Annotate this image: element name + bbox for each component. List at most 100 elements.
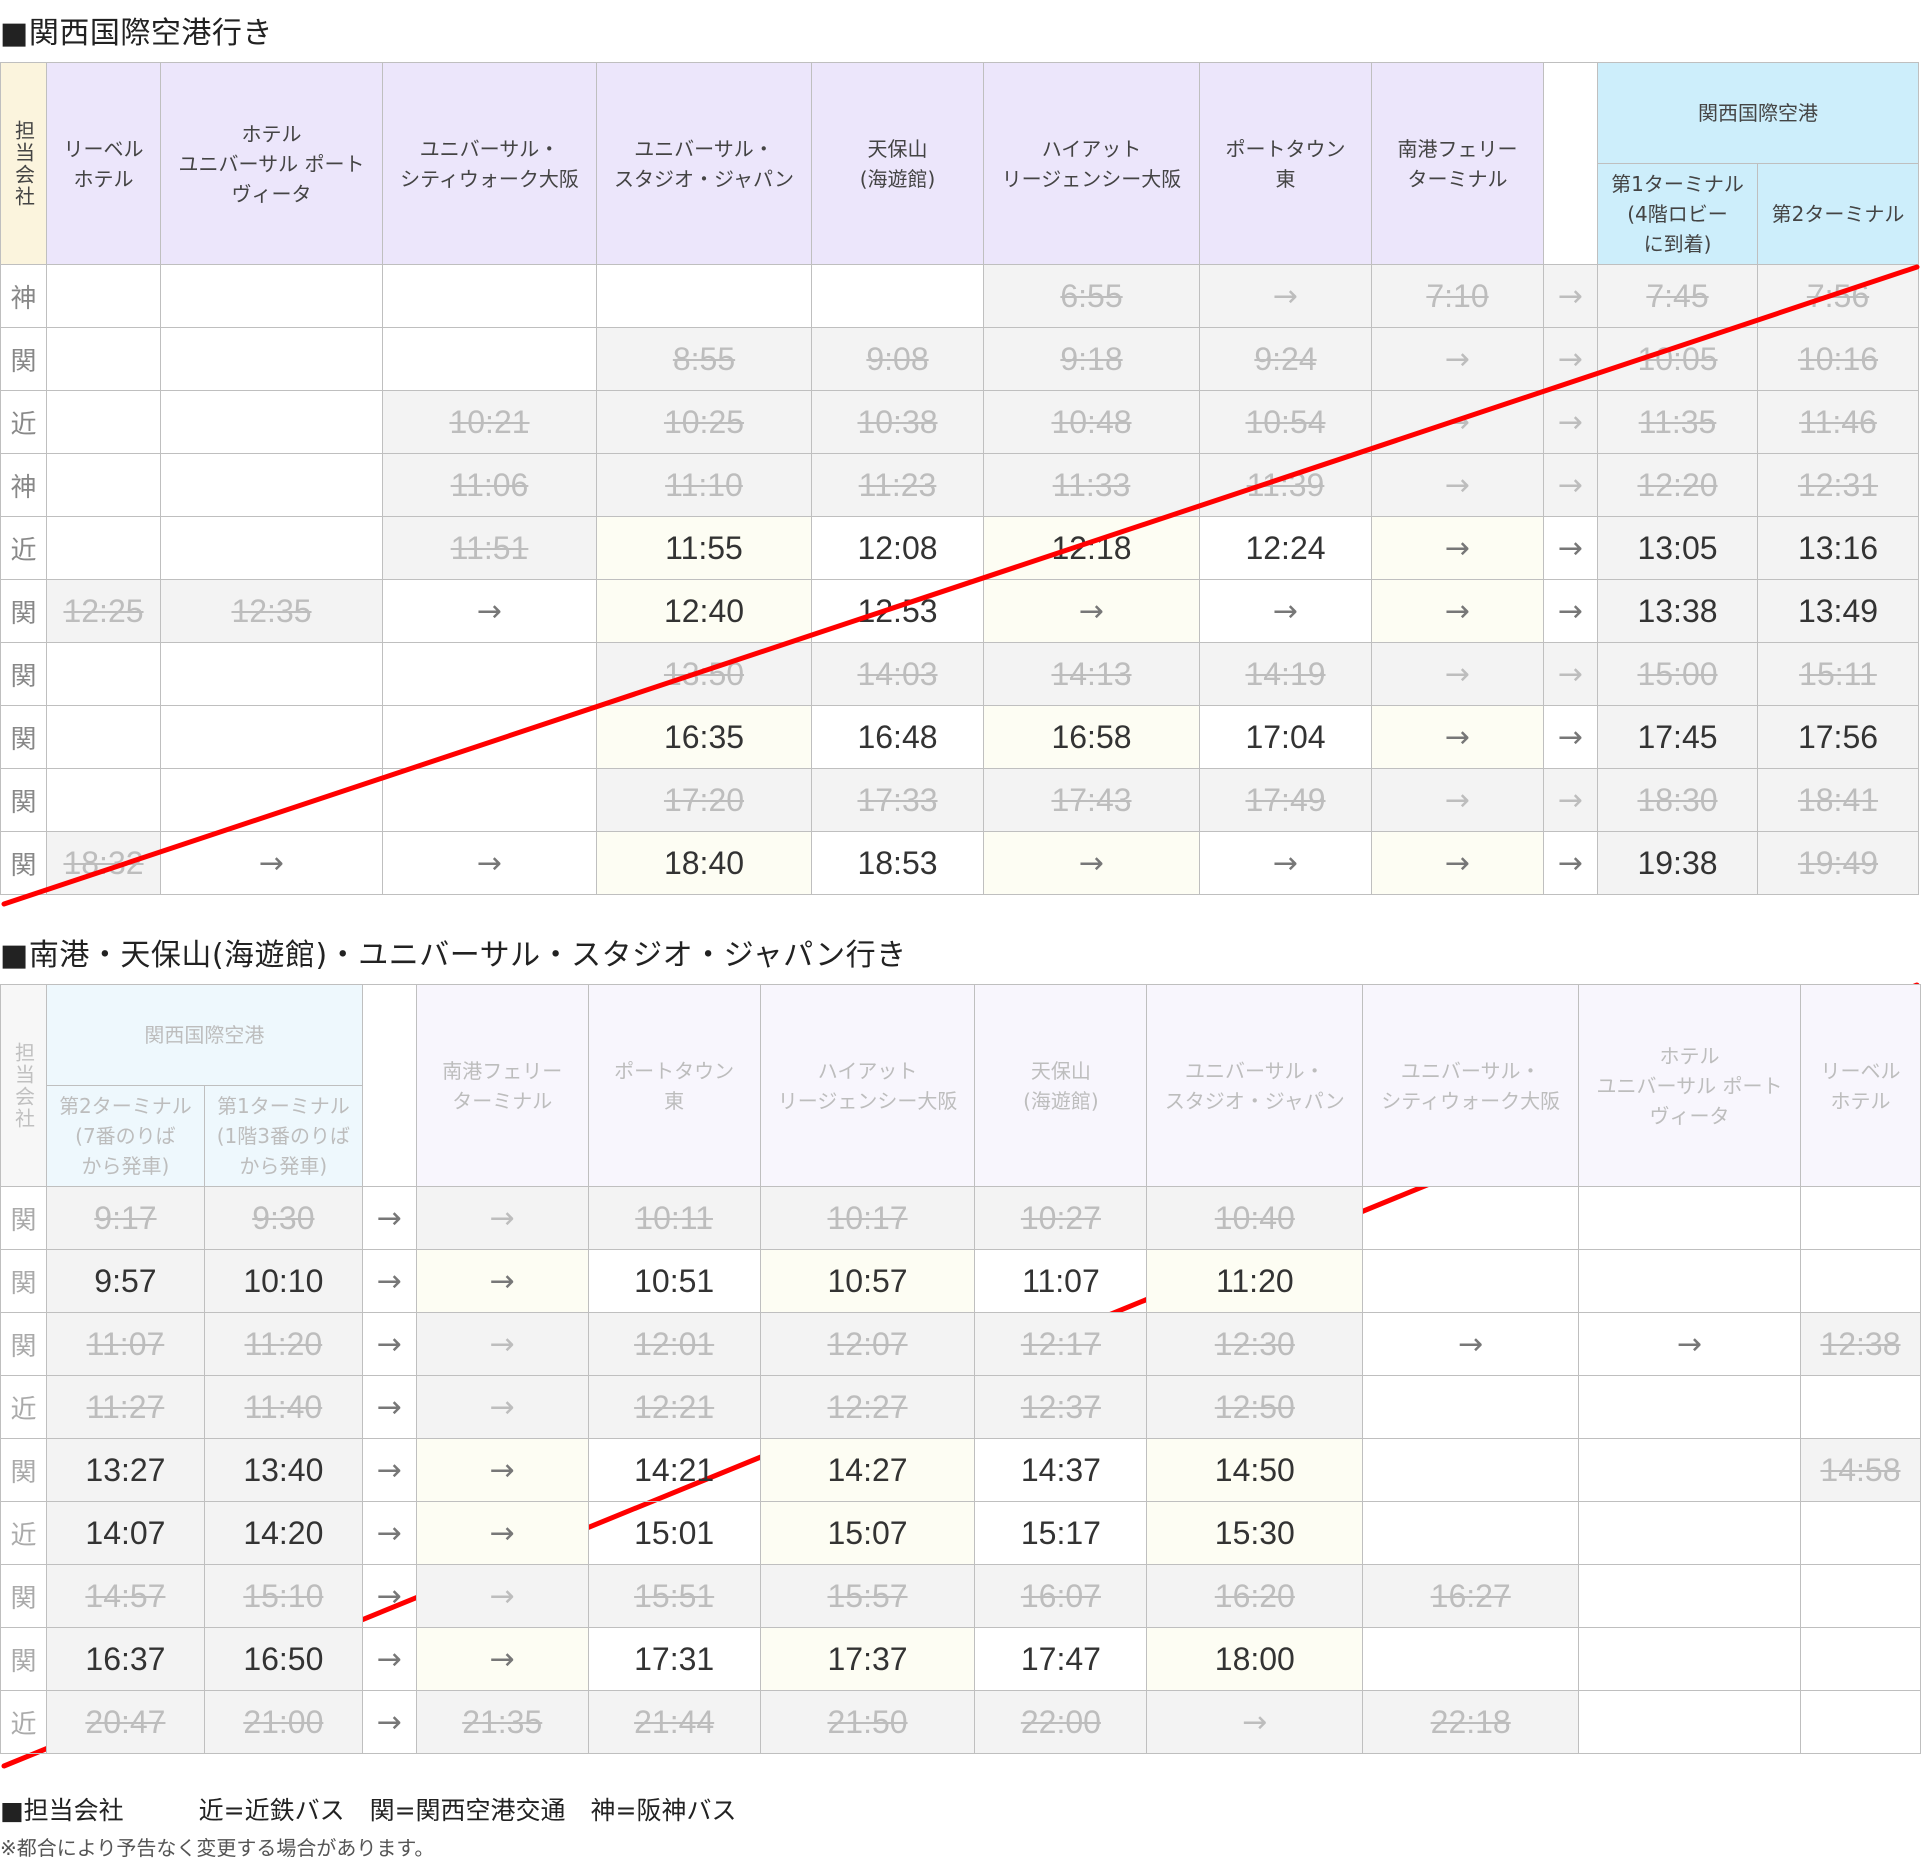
time-cell: 15:07	[759, 1501, 976, 1565]
table-row: 関 16:37 16:50 → → 17:31 17:37 17:47 18:00	[0, 1627, 1921, 1691]
empty-cell	[1362, 1627, 1580, 1691]
time-cell: 10:25	[596, 390, 812, 454]
company-cell: 関	[0, 768, 47, 832]
table-row: 関 13:50 14:03 14:13 14:19 → → 15:00 15:11	[0, 642, 1919, 706]
time-cell: 10:16	[1757, 327, 1919, 391]
company-header: 担当会社	[0, 984, 47, 1187]
time-cell: 12:18	[983, 516, 1200, 580]
time-cell: 21:44	[587, 1690, 761, 1754]
stop-header: リーベル ホテル	[1799, 984, 1921, 1187]
arrow-cell: →	[361, 1627, 417, 1691]
company-cell: 近	[0, 1501, 47, 1565]
table-row: 関 16:35 16:48 16:58 17:04 → → 17:45 17:56	[0, 705, 1919, 769]
time-cell: 10:10	[203, 1249, 363, 1313]
arrow-cell: →	[1371, 516, 1544, 580]
time-cell: 12:50	[1146, 1375, 1364, 1439]
empty-cell	[382, 768, 597, 832]
time-cell: 17:20	[596, 768, 812, 832]
empty-cell	[1578, 1438, 1801, 1502]
time-cell: 8:55	[596, 327, 812, 391]
time-cell: 17:47	[974, 1627, 1148, 1691]
table-row: 関 17:20 17:33 17:43 17:49 → → 18:30 18:41	[0, 768, 1919, 832]
legend-label: ■担当会社	[0, 1796, 124, 1825]
time-cell: 22:00	[974, 1690, 1148, 1754]
empty-cell	[160, 264, 383, 328]
time-cell: 12:08	[811, 516, 984, 580]
empty-cell	[1799, 1186, 1921, 1250]
arrow-cell: →	[1199, 264, 1372, 328]
arrow-cell: →	[1543, 453, 1598, 517]
time-cell: 11:35	[1597, 390, 1758, 454]
empty-cell	[1578, 1249, 1801, 1313]
arrow-cell: →	[1543, 579, 1598, 643]
time-cell: 14:57	[45, 1564, 205, 1628]
table-row: 関 13:27 13:40 → → 14:21 14:27 14:37 14:50 14:58	[0, 1438, 1921, 1502]
empty-cell	[1362, 1249, 1580, 1313]
company-cell: 関	[0, 1186, 47, 1250]
time-cell: 10:54	[1199, 390, 1372, 454]
terminal-header: 第1ターミナル (4階ロビー に到着)	[1597, 163, 1758, 265]
arrow-cell: →	[361, 1375, 417, 1439]
time-cell: 18:41	[1757, 768, 1919, 832]
time-cell: 15:17	[974, 1501, 1148, 1565]
empty-cell	[1799, 1501, 1921, 1565]
time-cell: 11:06	[382, 453, 597, 517]
arrow-cell: →	[1371, 831, 1544, 895]
stop-header: ユニバーサル・ シティウォーク大阪	[1362, 984, 1580, 1187]
company-cell: 関	[0, 327, 47, 391]
time-cell: 14:58	[1799, 1438, 1921, 1502]
company-cell: 関	[0, 1312, 47, 1376]
time-cell: 12:24	[1199, 516, 1372, 580]
empty-cell	[382, 327, 597, 391]
company-cell: 関	[0, 1438, 47, 1502]
time-cell: 15:11	[1757, 642, 1919, 706]
arrow-cell: →	[1371, 705, 1544, 769]
terminal-header: 第2ターミナル (7番のりば から発車)	[45, 1085, 205, 1187]
time-cell: 17:43	[983, 768, 1200, 832]
empty-cell	[160, 453, 383, 517]
time-cell: 16:58	[983, 705, 1200, 769]
time-cell: 9:30	[203, 1186, 363, 1250]
time-cell: 13:49	[1757, 579, 1919, 643]
time-cell: 14:19	[1199, 642, 1372, 706]
time-cell: 22:18	[1362, 1690, 1580, 1754]
company-cell: 近	[0, 1375, 47, 1439]
company-header: 担当会社	[0, 62, 47, 265]
time-cell: 18:40	[596, 831, 812, 895]
table-row: 近 11:27 11:40 → → 12:21 12:27 12:37 12:50	[0, 1375, 1921, 1439]
time-cell: 14:07	[45, 1501, 205, 1565]
company-cell: 関	[0, 579, 47, 643]
time-cell: 11:33	[983, 453, 1200, 517]
stop-header: 天保山 (海遊館)	[974, 984, 1148, 1187]
arrow-cell: →	[160, 831, 383, 895]
empty-cell	[160, 642, 383, 706]
arrow-cell: →	[1371, 579, 1544, 643]
arrow-cell: →	[361, 1564, 417, 1628]
time-cell: 14:37	[974, 1438, 1148, 1502]
empty-cell	[596, 264, 812, 328]
time-cell: 17:31	[587, 1627, 761, 1691]
empty-cell	[1578, 1564, 1801, 1628]
table-row: 関 12:25 12:35 → 12:40 12:53 → → → → 13:38 13:49	[0, 579, 1919, 643]
empty-cell	[160, 327, 383, 391]
empty-cell	[160, 705, 383, 769]
arrow-cell: →	[1199, 579, 1372, 643]
legend: ■担当会社 近=近鉄バス 関=関西空港交通 神=阪神バス	[0, 1791, 736, 1827]
empty-cell	[382, 705, 597, 769]
time-cell: 18:53	[811, 831, 984, 895]
time-cell: 11:07	[974, 1249, 1148, 1313]
time-cell: 15:51	[587, 1564, 761, 1628]
time-cell: 11:27	[45, 1375, 205, 1439]
time-cell: 10:48	[983, 390, 1200, 454]
arrow-cell: →	[1371, 642, 1544, 706]
arrow-cell: →	[1371, 768, 1544, 832]
empty-cell	[1799, 1627, 1921, 1691]
empty-cell	[46, 390, 161, 454]
empty-cell	[1578, 1627, 1801, 1691]
stop-header: ポートタウン東	[1199, 62, 1372, 265]
time-cell: 13:16	[1757, 516, 1919, 580]
arrow-cell: →	[361, 1501, 417, 1565]
arrow-cell: →	[415, 1627, 589, 1691]
time-cell: 15:57	[759, 1564, 976, 1628]
time-cell: 10:17	[759, 1186, 976, 1250]
